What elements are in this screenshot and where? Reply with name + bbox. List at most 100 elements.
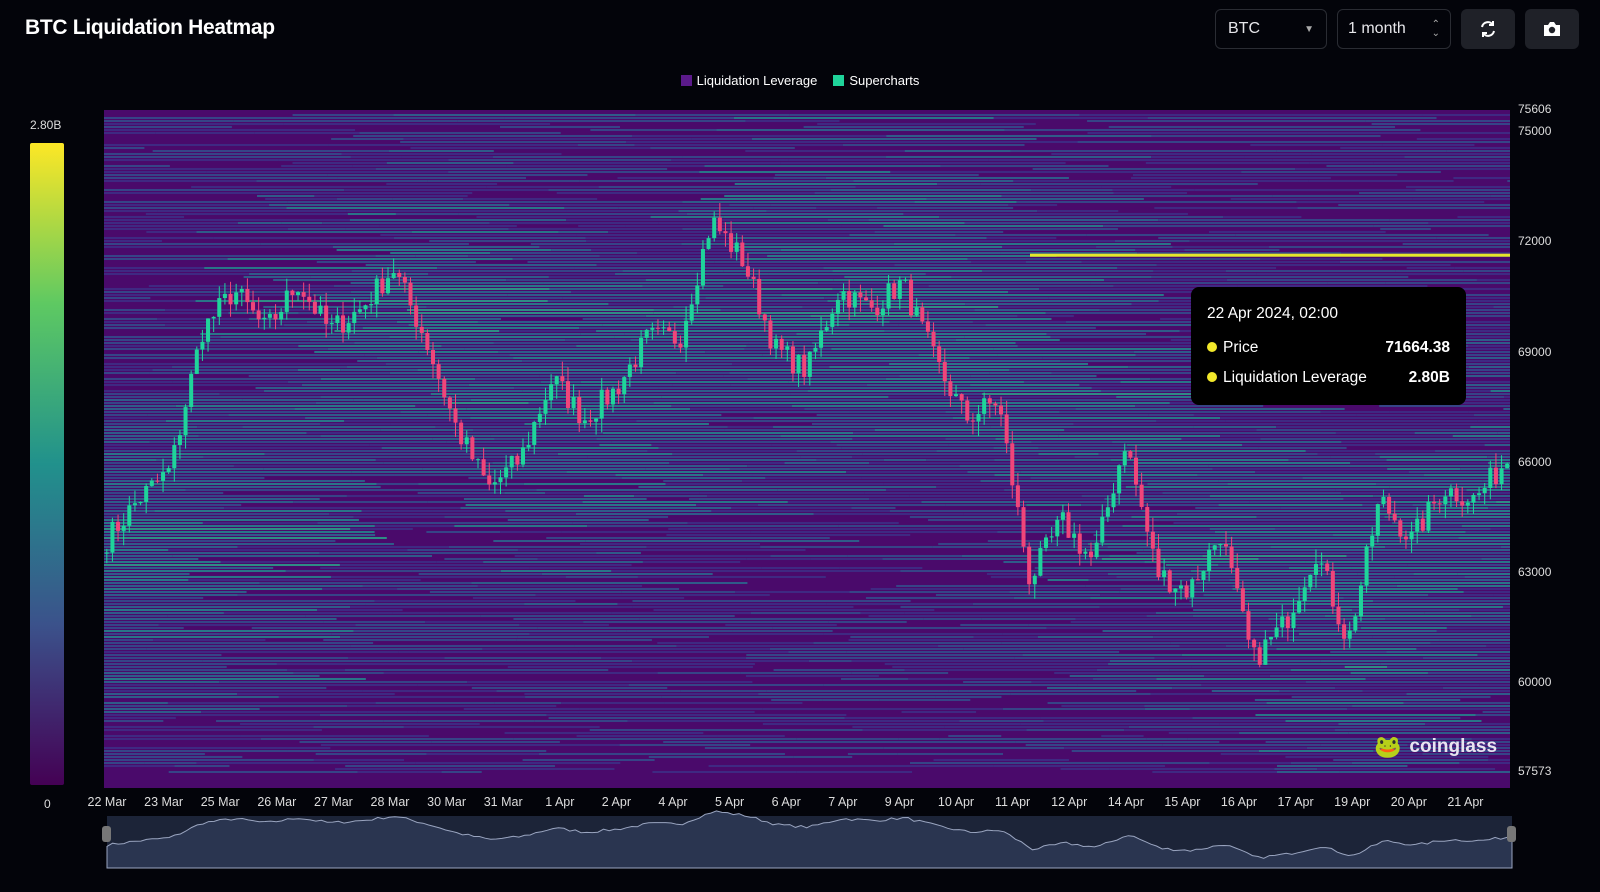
heatmap-band (104, 132, 156, 134)
heatmap-band (831, 348, 994, 350)
heatmap-band (1172, 687, 1336, 689)
heatmap-band (870, 588, 1121, 590)
heatmap-band (460, 507, 732, 509)
heatmap-band (636, 420, 915, 422)
heatmap-band (104, 246, 333, 248)
heatmap-band (1255, 471, 1409, 473)
heatmap-band (545, 492, 700, 494)
heatmap-band (671, 405, 792, 407)
heatmap-band (317, 609, 403, 611)
heatmap-band (986, 573, 1108, 575)
heatmap-band (1403, 702, 1510, 704)
heatmap-band (900, 606, 1100, 608)
heatmap-band (104, 354, 365, 356)
heatmap-band (104, 450, 398, 452)
candle-body (560, 376, 565, 382)
heatmap-band (681, 243, 894, 245)
candle-body (166, 468, 171, 473)
heatmap-band (104, 696, 279, 698)
heatmap-band (1193, 609, 1299, 611)
heatmap-band (1162, 744, 1321, 746)
heatmap-band (104, 513, 330, 515)
heatmap-band (1422, 657, 1510, 659)
candle-body (655, 327, 660, 329)
candle-body (897, 280, 902, 299)
heatmap-band (614, 516, 669, 518)
heatmap-band (1016, 201, 1297, 203)
heatmap-band (1074, 456, 1331, 458)
heatmap-band (1258, 558, 1482, 560)
heatmap-band (509, 354, 763, 356)
heatmap-band (516, 639, 652, 641)
heatmap-band (1311, 153, 1510, 155)
heatmap-band (104, 435, 199, 437)
heatmap-band (762, 723, 1021, 725)
heatmap-band (104, 642, 374, 644)
navigator-handle-left[interactable] (102, 826, 111, 842)
heatmap-band (299, 741, 432, 743)
heatmap-band (825, 177, 1069, 179)
heatmap-band (353, 516, 445, 518)
heatmap-band (104, 525, 375, 527)
heatmap-band (1288, 567, 1352, 569)
heatmap-band (1119, 591, 1362, 593)
heatmap-band (951, 378, 1151, 380)
heatmap-band (504, 117, 734, 119)
heatmap-band (699, 492, 865, 494)
heatmap-band (940, 165, 1109, 167)
heatmap-band (104, 453, 265, 455)
heatmap-band (780, 435, 1059, 437)
heatmap-band (1468, 411, 1510, 413)
heatmap-band (104, 342, 355, 344)
heatmap-band (407, 549, 518, 551)
heatmap-band (410, 147, 651, 149)
heatmap-band (233, 465, 483, 467)
x-tick-label: 7 Apr (828, 795, 858, 809)
heatmap-band (332, 246, 540, 248)
heatmap-band (1406, 186, 1510, 188)
heatmap-band (344, 189, 549, 191)
heatmap-band (1030, 549, 1144, 551)
heatmap-band (687, 522, 899, 524)
heatmap-band (1279, 690, 1363, 692)
heatmap-band (369, 444, 600, 446)
heatmap-band (1069, 675, 1205, 677)
heatmap-band (981, 618, 1076, 620)
heatmap-band (1232, 588, 1458, 590)
heatmap-band (879, 699, 971, 701)
heatmap-band (500, 531, 562, 533)
heatmap-chart[interactable] (0, 0, 1600, 892)
heatmap-band (704, 747, 884, 749)
navigator-handle-right[interactable] (1507, 826, 1516, 842)
candle-body (622, 377, 627, 395)
heatmap-band (493, 540, 586, 542)
heatmap-band (1194, 189, 1416, 191)
heatmap-band (708, 765, 994, 767)
heatmap-band (852, 438, 946, 440)
heatmap-band (202, 660, 365, 662)
candle-body (1353, 616, 1358, 631)
heatmap-band (287, 381, 541, 383)
heatmap-band (717, 735, 785, 737)
heatmap-band (963, 648, 1019, 650)
heatmap-band (1350, 672, 1428, 674)
heatmap-band (1372, 636, 1510, 638)
heatmap-band (890, 171, 1011, 173)
candle-body (903, 279, 908, 281)
heatmap-band (104, 369, 153, 371)
heatmap-band (1335, 687, 1443, 689)
heatmap-band (472, 597, 685, 599)
heatmap-band (529, 633, 824, 635)
heatmap-band (1189, 600, 1245, 602)
heatmap-band (1204, 675, 1270, 677)
candle-body (132, 503, 137, 506)
heatmap-band (219, 633, 332, 635)
heatmap-band (546, 537, 830, 539)
heatmap-band (457, 120, 746, 122)
heatmap-band (578, 225, 626, 227)
heatmap-band (1290, 669, 1510, 671)
heatmap-band (596, 552, 641, 554)
heatmap-band (104, 258, 228, 260)
heatmap-band (970, 384, 1080, 386)
heatmap-band (513, 618, 640, 620)
